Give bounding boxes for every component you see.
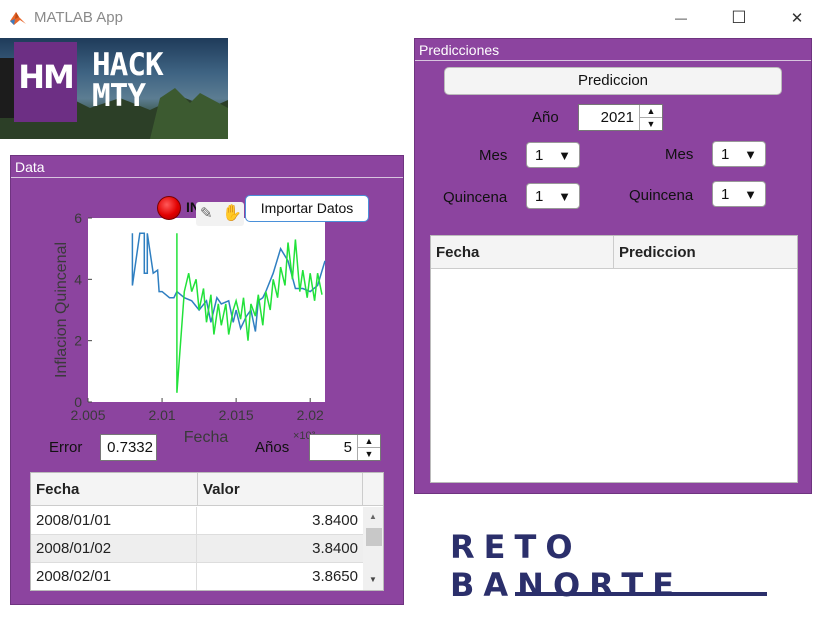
chart-plot-area bbox=[88, 218, 325, 402]
table-cell-valor[interactable]: 3.8400 bbox=[197, 535, 363, 563]
pred-table-header-fecha[interactable]: Fecha bbox=[431, 236, 614, 269]
table-cell-fecha[interactable]: 2008/01/01 bbox=[31, 507, 197, 535]
mes-dropdown-left[interactable]: 1 ▼ bbox=[526, 142, 580, 168]
table-cell-fecha[interactable]: 2008/01/02 bbox=[31, 535, 197, 563]
anio-spinner[interactable]: 2021 ▲ ▼ bbox=[578, 104, 663, 131]
banner-underline bbox=[515, 592, 767, 596]
minimize-icon: — bbox=[675, 11, 687, 25]
logo-word-line1: HACK bbox=[92, 47, 164, 83]
close-button[interactable]: ✕ bbox=[768, 0, 826, 36]
mes-dropdown-right[interactable]: 1 ▼ bbox=[712, 141, 766, 167]
table-cell-fecha[interactable]: 2008/02/01 bbox=[31, 563, 197, 590]
spinner-up-icon[interactable]: ▲ bbox=[640, 105, 662, 118]
title-bar: MATLAB App — ☐ ✕ bbox=[0, 0, 827, 36]
status-lamp bbox=[157, 196, 181, 220]
table-header-spacer bbox=[363, 473, 383, 506]
hackmty-logo: HM HACK MTY bbox=[0, 38, 228, 139]
pred-table-header-prediccion[interactable]: Prediccion bbox=[614, 236, 797, 269]
table-header-valor[interactable]: Valor bbox=[198, 473, 363, 506]
maximize-icon: ☐ bbox=[731, 8, 747, 27]
matlab-icon bbox=[10, 12, 26, 25]
scroll-thumb[interactable] bbox=[366, 528, 382, 546]
anios-label: Años bbox=[255, 439, 290, 456]
data-panel-title: Data bbox=[11, 156, 403, 178]
logo-badge: HM bbox=[14, 42, 77, 122]
quincena-dropdown-left[interactable]: 1 ▼ bbox=[526, 183, 580, 209]
quincena-dropdown-right[interactable]: 1 ▼ bbox=[712, 181, 766, 207]
predicciones-panel-title: Predicciones bbox=[415, 39, 811, 61]
y-tick-label: 4 bbox=[74, 271, 82, 287]
brush-icon[interactable]: ✎ bbox=[200, 204, 213, 222]
scroll-up-icon[interactable]: ▲ bbox=[369, 512, 377, 521]
data-table[interactable]: Fecha Valor 2008/01/01 3.8400 2008/01/02… bbox=[30, 472, 384, 591]
prediccion-button[interactable]: Prediccion bbox=[444, 67, 782, 95]
close-icon: ✕ bbox=[790, 10, 804, 27]
quincena-label-left: Quincena bbox=[443, 189, 508, 206]
chart-ylabel: Inflacion Quincenal bbox=[53, 242, 70, 378]
spinner-up-icon[interactable]: ▲ bbox=[358, 435, 380, 448]
table-cell-valor[interactable]: 3.8400 bbox=[197, 507, 363, 535]
prediction-table[interactable]: Fecha Prediccion bbox=[430, 235, 798, 483]
chevron-down-icon: ▼ bbox=[744, 186, 757, 202]
logo-wordmark: HACK MTY bbox=[92, 47, 164, 114]
quincena-dropdown-left-value: 1 bbox=[535, 187, 544, 205]
quincena-dropdown-right-value: 1 bbox=[721, 185, 730, 203]
table-scrollbar[interactable]: ▲ ▼ bbox=[363, 507, 383, 590]
minimize-button[interactable]: — bbox=[652, 0, 710, 36]
anio-label: Año bbox=[532, 109, 559, 126]
window-title: MATLAB App bbox=[34, 9, 123, 26]
inflation-chart[interactable]: 0246 2.005 2.01 2.015 2.02 Inflacion Quince… bbox=[40, 190, 340, 445]
anio-value[interactable]: 2021 bbox=[579, 105, 639, 130]
import-data-button[interactable]: Importar Datos bbox=[245, 195, 369, 222]
logo-badge-text: HM bbox=[18, 58, 75, 96]
chart-xlabel: Fecha bbox=[184, 429, 229, 445]
mes-label-right: Mes bbox=[665, 146, 694, 163]
mes-label-left: Mes bbox=[479, 147, 508, 164]
anio-arrows: ▲ ▼ bbox=[639, 105, 662, 130]
chevron-down-icon: ▼ bbox=[558, 147, 571, 163]
mes-dropdown-left-value: 1 bbox=[535, 146, 544, 164]
maximize-button[interactable]: ☐ bbox=[710, 0, 768, 36]
spinner-down-icon[interactable]: ▼ bbox=[640, 118, 662, 130]
table-cell-valor[interactable]: 3.8650 bbox=[197, 563, 363, 590]
chevron-down-icon: ▼ bbox=[744, 146, 757, 162]
error-label: Error bbox=[49, 439, 83, 456]
scroll-down-icon[interactable]: ▼ bbox=[369, 575, 377, 584]
x-tick-label: 2.02 bbox=[297, 407, 324, 423]
y-tick-label: 6 bbox=[74, 210, 82, 226]
quincena-label-right: Quincena bbox=[629, 187, 694, 204]
x-tick-label: 2.01 bbox=[148, 407, 175, 423]
pan-hand-icon[interactable]: ✋ bbox=[222, 203, 242, 223]
chart-toolbar: ✎ ✋ bbox=[196, 202, 244, 226]
y-tick-label: 2 bbox=[74, 333, 82, 349]
table-header-fecha[interactable]: Fecha bbox=[31, 473, 198, 506]
anios-value[interactable]: 5 bbox=[310, 435, 357, 460]
anios-spinner[interactable]: 5 ▲ ▼ bbox=[309, 434, 381, 461]
chevron-down-icon: ▼ bbox=[558, 188, 571, 204]
logo-word-line2: MTY bbox=[92, 78, 146, 114]
spinner-down-icon[interactable]: ▼ bbox=[358, 448, 380, 460]
mes-dropdown-right-value: 1 bbox=[721, 145, 730, 163]
x-tick-label: 2.015 bbox=[219, 407, 254, 423]
anios-arrows: ▲ ▼ bbox=[357, 435, 380, 460]
error-field[interactable]: 0.7332 bbox=[100, 434, 157, 461]
x-tick-label: 2.005 bbox=[70, 407, 105, 423]
